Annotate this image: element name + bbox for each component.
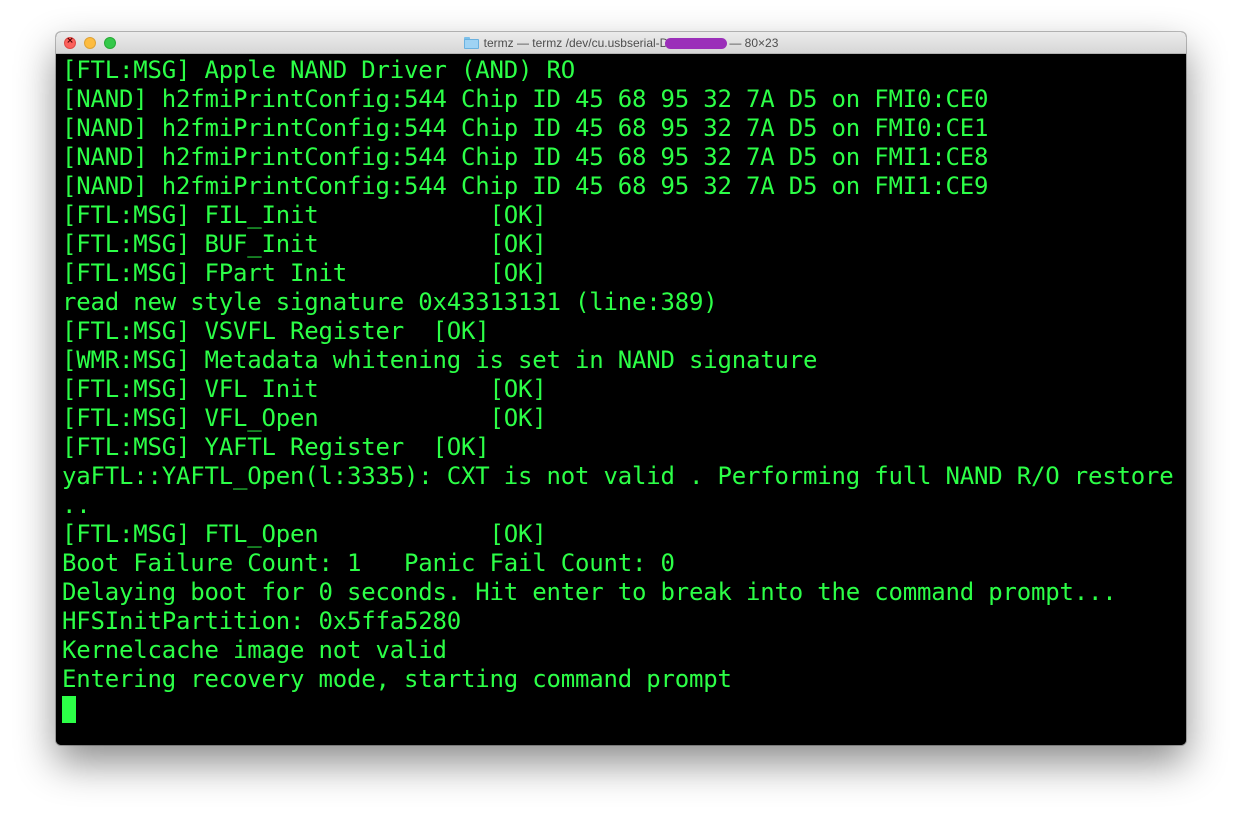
terminal-line: Delaying boot for 0 seconds. Hit enter t… bbox=[62, 578, 1117, 606]
window-title-prefix: termz — termz /dev/cu.usbserial-D bbox=[483, 36, 669, 50]
terminal-line: yaFTL::YAFTL_Open(l:3335): CXT is not va… bbox=[62, 462, 1186, 490]
text-cursor bbox=[62, 696, 76, 723]
terminal-line: Kernelcache image not valid bbox=[62, 636, 447, 664]
terminal-line: Entering recovery mode, starting command… bbox=[62, 665, 732, 693]
terminal-line: [FTL:MSG] FIL_Init [OK] bbox=[62, 201, 547, 229]
terminal-window: × termz — termz /dev/cu.usbserial-D — 80… bbox=[56, 32, 1186, 745]
terminal-line: [FTL:MSG] YAFTL Register [OK] bbox=[62, 433, 490, 461]
terminal-line: [FTL:MSG] FPart Init [OK] bbox=[62, 259, 547, 287]
terminal-output[interactable]: [FTL:MSG] Apple NAND Driver (AND) RO [NA… bbox=[56, 54, 1186, 745]
terminal-line: read new style signature 0x43313131 (lin… bbox=[62, 288, 718, 316]
terminal-line: [NAND] h2fmiPrintConfig:544 Chip ID 45 6… bbox=[62, 172, 989, 200]
terminal-line: [FTL:MSG] Apple NAND Driver (AND) RO bbox=[62, 56, 575, 84]
terminal-line: [NAND] h2fmiPrintConfig:544 Chip ID 45 6… bbox=[62, 85, 989, 113]
terminal-line: HFSInitPartition: 0x5ffa5280 bbox=[62, 607, 461, 635]
window-title: termz — termz /dev/cu.usbserial-D — 80×2… bbox=[56, 32, 1186, 54]
folder-icon bbox=[463, 37, 479, 49]
terminal-line: .. bbox=[62, 491, 91, 519]
prompt-line[interactable] bbox=[62, 694, 1186, 723]
terminal-line: [FTL:MSG] VSVFL Register [OK] bbox=[62, 317, 490, 345]
terminal-line: [FTL:MSG] FTL_Open [OK] bbox=[62, 520, 547, 548]
terminal-line: Boot Failure Count: 1 Panic Fail Count: … bbox=[62, 549, 675, 577]
title-bar[interactable]: × termz — termz /dev/cu.usbserial-D — 80… bbox=[56, 32, 1186, 54]
terminal-line: [FTL:MSG] VFL Init [OK] bbox=[62, 375, 547, 403]
terminal-line: [NAND] h2fmiPrintConfig:544 Chip ID 45 6… bbox=[62, 143, 989, 171]
terminal-line: [NAND] h2fmiPrintConfig:544 Chip ID 45 6… bbox=[62, 114, 989, 142]
window-title-suffix: — 80×23 bbox=[729, 36, 779, 50]
terminal-line: [WMR:MSG] Metadata whitening is set in N… bbox=[62, 346, 818, 374]
terminal-line: [FTL:MSG] BUF_Init [OK] bbox=[62, 230, 547, 258]
terminal-line: [FTL:MSG] VFL_Open [OK] bbox=[62, 404, 547, 432]
redaction-mark bbox=[665, 37, 728, 49]
